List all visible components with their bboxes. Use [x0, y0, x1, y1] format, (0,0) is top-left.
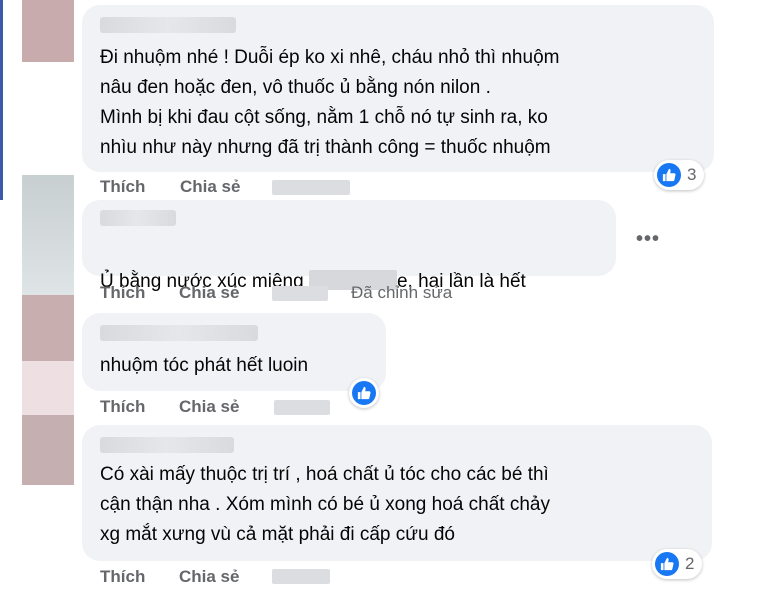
timestamp-redacted[interactable] — [272, 286, 328, 301]
like-thumb-icon — [352, 381, 376, 405]
share-link[interactable]: Chia sẻ — [180, 177, 240, 197]
timestamp-redacted[interactable] — [274, 400, 330, 415]
avatar[interactable] — [22, 175, 74, 295]
reaction-count: 2 — [685, 554, 695, 573]
share-link[interactable]: Chia sẻ — [179, 567, 239, 587]
author-name-redacted[interactable] — [100, 17, 236, 33]
like-link[interactable]: Thích — [100, 397, 145, 417]
author-name-redacted[interactable] — [100, 325, 258, 341]
more-horizontal-icon[interactable]: ••• — [636, 228, 660, 251]
avatar[interactable] — [22, 295, 74, 415]
like-link[interactable]: Thích — [100, 177, 145, 197]
comment-bubble: Ủ bằng nước xúc miệng e, hai lần là hết — [82, 200, 616, 292]
edited-label: Đã chỉnh sửa — [351, 283, 453, 302]
thread-connector — [0, 0, 3, 200]
reaction-count: 3 — [687, 165, 697, 184]
share-link[interactable]: Chia sẻ — [179, 283, 239, 303]
like-link[interactable]: Thích — [100, 567, 145, 587]
comment-text: Đi nhuộm nhé ! Duỗi ép ko xi nhê, cháu n… — [100, 47, 560, 158]
like-thumb-icon — [657, 163, 681, 187]
like-link[interactable]: Thích — [100, 283, 145, 303]
reaction-summary[interactable] — [349, 378, 379, 408]
timestamp-redacted[interactable] — [272, 180, 350, 195]
avatar[interactable] — [22, 0, 74, 62]
comment-bubble: Có xài mấy thuộc trị trí , hoá chất ủ tó… — [82, 425, 712, 561]
share-link[interactable]: Chia sẻ — [179, 397, 239, 417]
timestamp-redacted[interactable] — [272, 569, 330, 584]
author-name-redacted[interactable] — [100, 210, 176, 226]
like-thumb-icon — [655, 552, 679, 576]
comment-text: nhuộm tóc phát hết luoin — [100, 355, 309, 376]
comment-text: Có xài mấy thuộc trị trí , hoá chất ủ tó… — [100, 464, 550, 545]
reaction-summary[interactable]: 2 — [652, 549, 703, 579]
comment-bubble: Đi nhuộm nhé ! Duỗi ép ko xi nhê, cháu n… — [82, 5, 714, 172]
avatar[interactable] — [22, 415, 74, 485]
comment-bubble: nhuộm tóc phát hết luoin — [82, 313, 386, 391]
author-name-redacted[interactable] — [100, 437, 234, 453]
reaction-summary[interactable]: 3 — [654, 160, 705, 190]
